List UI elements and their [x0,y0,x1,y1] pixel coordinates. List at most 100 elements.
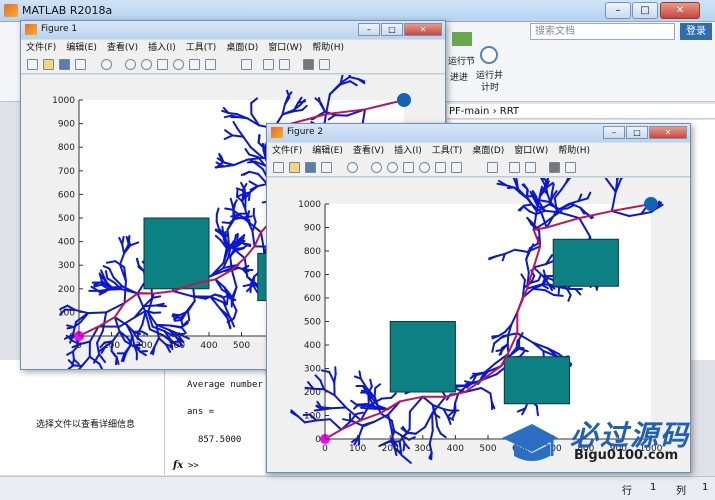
menu-edit[interactable]: 编辑(E) [61,40,102,56]
x-tick-label: 300 [414,444,431,454]
menu-insert[interactable]: 插入(I) [389,143,427,159]
legend-icon[interactable] [279,59,290,70]
tree-edge [400,453,412,464]
figure2-close-button[interactable]: ✕ [649,126,687,139]
obstacle-1 [143,217,210,290]
fx-icon[interactable]: fx [173,460,183,471]
menu-desktop[interactable]: 桌面(D) [467,143,509,159]
figure1-minimize-button[interactable]: – [358,23,380,36]
new-figure-icon[interactable] [27,59,38,70]
figure1-title-bar[interactable]: Figure 1 – □ ✕ [21,21,445,39]
pan-icon[interactable] [403,162,414,173]
print-icon[interactable] [75,59,86,70]
menu-desktop[interactable]: 桌面(D) [221,40,263,56]
menu-file[interactable]: 文件(F) [21,40,61,56]
y-tick-label: 700 [58,167,75,177]
minimize-button[interactable]: – [605,2,631,19]
stopwatch-icon [480,46,498,64]
hide-tools-icon[interactable] [303,59,314,70]
menu-window[interactable]: 窗口(W) [509,143,553,159]
run-section-label[interactable]: 运行节 [448,54,475,67]
tree-edge [551,183,555,194]
figure2-title-bar[interactable]: Figure 2 – □ ✕ [267,124,690,142]
tree-edge [227,111,239,116]
tree-edge [121,235,125,246]
link-icon[interactable] [487,162,498,173]
show-tools-icon[interactable] [319,59,330,70]
tree-edge [71,350,75,361]
tree-edge [506,186,515,190]
tree-edge [233,233,237,243]
command-window[interactable]: Average number ans = 857.5000 fx >> [165,360,265,475]
zoom-out-icon[interactable] [141,59,152,70]
tree-edge [495,348,504,353]
tree-edge [98,362,105,373]
rotate-icon[interactable] [419,162,430,173]
menu-tools[interactable]: 工具(T) [181,40,222,56]
tree-edge [330,406,347,410]
obstacle-2 [503,356,570,405]
obstacle-3 [552,238,619,287]
pan-icon[interactable] [157,59,168,70]
zoom-in-icon[interactable] [125,59,136,70]
legend-icon[interactable] [525,162,536,173]
menu-edit[interactable]: 编辑(E) [307,143,348,159]
data-cursor-icon[interactable] [189,59,200,70]
tree-edge [234,247,245,251]
login-button[interactable]: 登录 [680,23,712,40]
tree-edge [314,374,322,382]
open-icon[interactable] [289,162,300,173]
zoom-out-icon[interactable] [387,162,398,173]
colorbar-icon[interactable] [263,59,274,70]
open-icon[interactable] [43,59,54,70]
show-tools-icon[interactable] [565,162,576,173]
search-input[interactable]: 搜索文档 [530,23,675,40]
menu-view[interactable]: 查看(V) [102,40,143,56]
menu-window[interactable]: 窗口(W) [263,40,307,56]
figure1-maximize-button[interactable]: □ [381,23,403,36]
figure2-minimize-button[interactable]: – [603,126,625,139]
address-folder[interactable]: PF-main [449,106,489,117]
run-and-time-label-2[interactable]: 计时 [481,80,499,93]
print-icon[interactable] [321,162,332,173]
pointer-icon[interactable] [101,59,112,70]
save-icon[interactable] [59,59,70,70]
data-cursor-icon[interactable] [435,162,446,173]
figure1-close-button[interactable]: ✕ [404,23,442,36]
matlab-logo-icon [4,4,18,17]
menu-insert[interactable]: 插入(I) [143,40,181,56]
tree-edge [153,337,160,348]
pointer-icon[interactable] [347,162,358,173]
command-prompt[interactable]: >> [188,461,199,471]
x-tick-label: 100 [349,444,366,454]
menu-file[interactable]: 文件(F) [267,143,307,159]
hide-tools-icon[interactable] [549,162,560,173]
address-bar[interactable]: PF-main › RRT [447,104,715,119]
link-icon[interactable] [241,59,252,70]
close-button[interactable]: ✕ [660,2,700,19]
menu-help[interactable]: 帮助(H) [553,143,595,159]
address-subfolder[interactable]: RRT [500,106,519,117]
maximize-button[interactable]: □ [632,2,658,19]
tree-edge [557,285,561,295]
menu-tools[interactable]: 工具(T) [427,143,468,159]
y-tick-label: 100 [58,308,75,318]
menu-help[interactable]: 帮助(H) [307,40,349,56]
figure2-maximize-button[interactable]: □ [626,126,648,139]
tree-edge [523,203,534,207]
tree-edge [171,313,181,317]
rotate-icon[interactable] [173,59,184,70]
colorbar-icon[interactable] [509,162,520,173]
brush-icon[interactable] [451,162,462,173]
save-icon[interactable] [305,162,316,173]
tree-edge [236,239,246,243]
zoom-in-icon[interactable] [371,162,382,173]
tree-edge [247,160,257,164]
menu-view[interactable]: 查看(V) [348,143,389,159]
tree-edge [525,196,534,206]
advance-label[interactable]: 进进 [450,70,468,83]
brush-icon[interactable] [205,59,216,70]
address-separator: › [492,106,497,117]
new-figure-icon[interactable] [273,162,284,173]
tree-edge [431,412,434,432]
